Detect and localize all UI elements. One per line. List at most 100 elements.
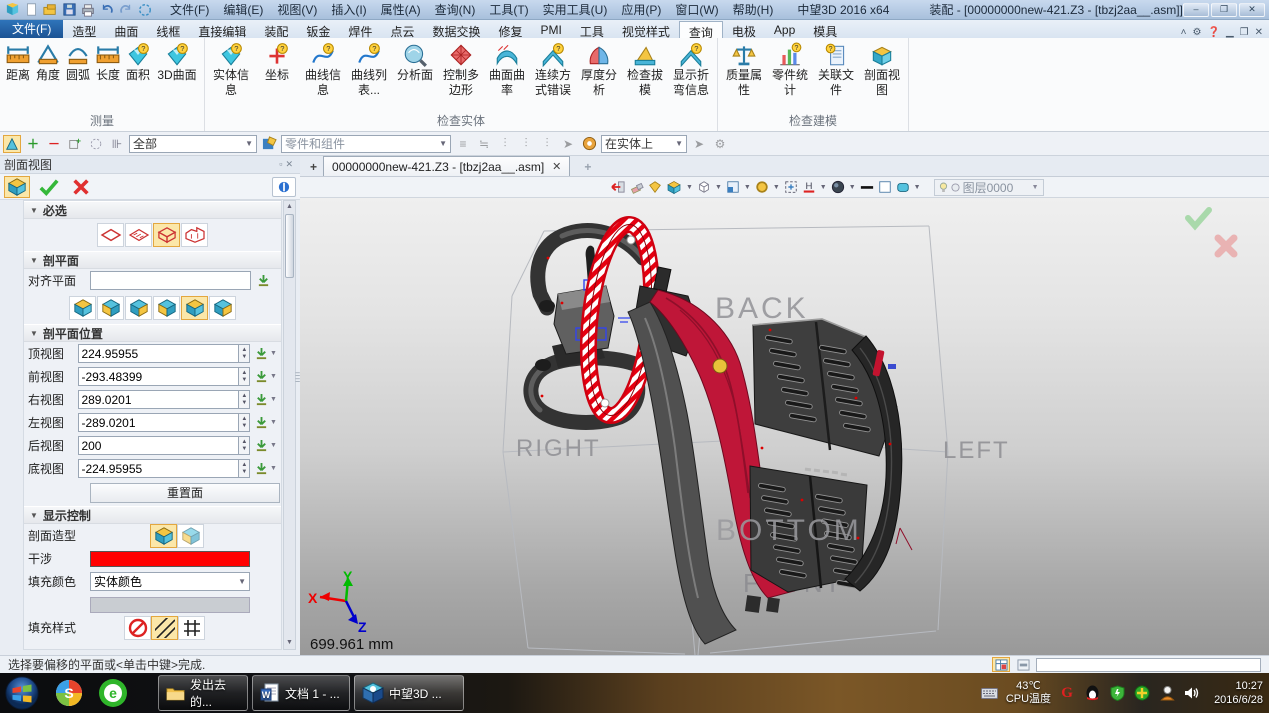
tab-weldment[interactable]: 焊件 [339, 21, 381, 38]
plane-cube-3-icon[interactable] [125, 296, 152, 320]
interference-color-swatch[interactable] [90, 551, 250, 567]
document-tab[interactable]: 00000000new-421.Z3 - [tbzj2aa__.asm] ✕ [323, 156, 570, 176]
print-icon[interactable] [80, 2, 96, 17]
restore-button[interactable]: ❐ [1211, 3, 1237, 17]
tab-direct-edit[interactable]: 直接编辑 [189, 21, 255, 38]
ribbon-button-distance[interactable]: 距离 [3, 40, 33, 85]
sogou-browser-icon[interactable]: S [52, 676, 86, 710]
shaded-cube-icon[interactable] [895, 179, 911, 196]
ribbon-button-angle[interactable]: 角度 [33, 40, 63, 85]
new-file-icon[interactable] [23, 2, 39, 17]
ribbon-button-3d-surface[interactable]: 3D曲面 [153, 40, 201, 85]
tab-point-cloud[interactable]: 点云 [381, 21, 423, 38]
section-plane[interactable]: ▼剖平面 [24, 251, 281, 269]
back-view-pick-icon[interactable] [254, 437, 268, 455]
pick-last-icon[interactable]: ⊪ [108, 135, 126, 153]
wireframe-display-icon[interactable] [696, 179, 712, 196]
ribbon-button-mass-properties[interactable]: 质量属性 [721, 40, 767, 100]
gem-display-icon[interactable] [647, 179, 663, 196]
filter-scope-select[interactable]: 全部▼ [129, 135, 257, 153]
volume-icon[interactable] [1183, 684, 1201, 702]
selector-icon[interactable] [137, 2, 153, 17]
right-view-spinner[interactable]: ▲▼ [239, 390, 250, 409]
menu-view[interactable]: 视图(V) [271, 0, 323, 19]
ribbon-button-section-view[interactable]: 剖面视图 [859, 40, 905, 100]
fill-crosshatch-icon[interactable] [178, 616, 205, 640]
menu-file[interactable]: 文件(F) [164, 0, 215, 19]
ribbon-button-thickness-analysis[interactable]: 厚度分析 [576, 40, 622, 100]
grid-toggle-icon[interactable] [992, 657, 1010, 672]
shape-ghost-icon[interactable] [177, 524, 204, 548]
exit-section-icon[interactable] [610, 179, 627, 196]
prompt-toggle-icon[interactable] [1014, 657, 1032, 672]
panel-scrollbar[interactable]: ▲ ▼ [283, 200, 296, 650]
back-view-input[interactable] [78, 436, 239, 455]
section-position[interactable]: ▼剖平面位置 [24, 324, 281, 342]
top-view-input[interactable] [78, 344, 239, 363]
ribbon-button-part-statistics[interactable]: 零件统计 [767, 40, 813, 100]
add-selection-icon[interactable]: ＋ [24, 135, 42, 153]
front-view-input[interactable] [78, 367, 239, 386]
tab-tools[interactable]: 工具 [571, 21, 613, 38]
tab-repair[interactable]: 修复 [489, 21, 531, 38]
ribbon-button-associated-files[interactable]: 关联文件 [813, 40, 859, 100]
top-view-pick-icon[interactable] [254, 345, 268, 363]
scroll-down-icon[interactable]: ▼ [284, 637, 295, 649]
ribbon-button-curve-list[interactable]: 曲线列表... [346, 40, 392, 100]
command-input[interactable] [1036, 658, 1261, 672]
wangwang-icon[interactable] [1158, 684, 1176, 702]
tab-app[interactable]: App [765, 21, 804, 38]
layer-select[interactable]: 图层0000 ▼ [934, 179, 1044, 196]
left-view-spinner[interactable]: ▲▼ [239, 413, 250, 432]
viewport-3d[interactable]: BACK RIGHT LEFT FRONT [300, 198, 1269, 655]
scroll-thumb[interactable] [285, 214, 294, 278]
ribbon-file-button[interactable]: 文件(F) [0, 20, 63, 38]
menu-edit[interactable]: 编辑(E) [217, 0, 269, 19]
clock[interactable]: 10:27 2016/6/28 [1214, 679, 1263, 707]
plane-cube-6-icon[interactable] [209, 296, 236, 320]
tab-data-exchange[interactable]: 数据交换 [423, 21, 489, 38]
bottom-view-pick-icon[interactable] [254, 460, 268, 478]
tab-sheet-metal[interactable]: 钣金 [297, 21, 339, 38]
fill-none-icon[interactable] [124, 616, 151, 640]
align-pick-icon[interactable] [255, 272, 272, 290]
ribbon-button-continuity-error[interactable]: 连续方式错误 [530, 40, 576, 100]
ribbon-button-coordinate[interactable]: 坐标 [254, 40, 300, 85]
pick-region-icon[interactable] [66, 135, 84, 153]
render-mode-icon[interactable] [830, 179, 846, 196]
ground-plane-icon[interactable] [859, 179, 875, 196]
tab-assembly[interactable]: 装配 [255, 21, 297, 38]
new-tab-icon[interactable]: + [570, 160, 601, 176]
keyboard-icon[interactable] [981, 684, 999, 702]
plane-cube-5-icon[interactable] [181, 296, 208, 320]
pick-scope-select[interactable]: 在实体上▼ [601, 135, 687, 153]
sogou-input-icon[interactable]: G [1058, 684, 1076, 702]
left-view-pick-icon[interactable] [254, 414, 268, 432]
right-view-input[interactable] [78, 390, 239, 409]
tab-visualize[interactable]: 视觉样式 [613, 21, 679, 38]
tab-surface[interactable]: 曲面 [105, 21, 147, 38]
menu-window[interactable]: 窗口(W) [669, 0, 724, 19]
right-view-pick-icon[interactable] [254, 391, 268, 409]
bottom-view-spinner[interactable]: ▲▼ [239, 459, 250, 478]
front-view-pick-icon[interactable] [254, 368, 268, 386]
ribbon-button-arc[interactable]: 圆弧 [63, 40, 93, 85]
menu-tools[interactable]: 工具(T) [483, 0, 534, 19]
bottom-view-input[interactable] [78, 459, 239, 478]
plane-cube-1-icon[interactable] [69, 296, 96, 320]
redo-icon[interactable] [118, 2, 134, 17]
zoom-fit-icon[interactable] [783, 179, 799, 196]
ribbon-button-draft-check[interactable]: 检查拔模 [622, 40, 668, 100]
tab-mold[interactable]: 模具 [804, 21, 846, 38]
back-view-spinner[interactable]: ▲▼ [239, 436, 250, 455]
menu-attributes[interactable]: 属性(A) [375, 0, 427, 19]
taskbar-button-word[interactable]: W 文档 1 - ... [252, 675, 350, 711]
taskbar-button-folder[interactable]: 发出去的... [158, 675, 248, 711]
section-trim-icon[interactable] [125, 223, 152, 247]
doc-minimize-icon[interactable]: ▁ [1226, 27, 1234, 38]
lasso-icon[interactable] [87, 135, 105, 153]
tab-pmi[interactable]: PMI [531, 21, 570, 38]
assembly-model[interactable] [531, 221, 912, 644]
entity-filter-icon[interactable] [260, 135, 278, 153]
shield-icon[interactable] [1108, 684, 1126, 702]
